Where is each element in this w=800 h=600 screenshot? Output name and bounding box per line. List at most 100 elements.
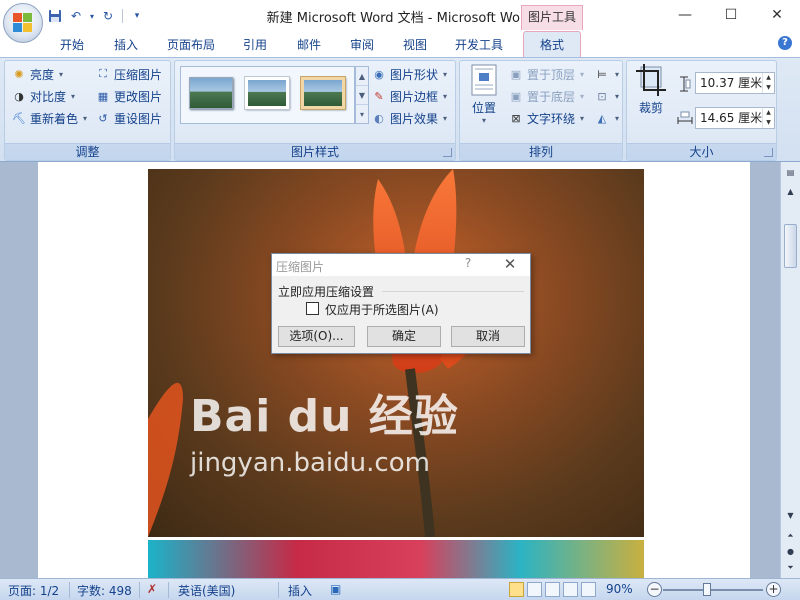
style-thumb[interactable] — [244, 76, 290, 110]
style-thumb[interactable] — [300, 76, 346, 110]
reset-picture-button[interactable]: ↺ 重设图片 — [95, 108, 162, 128]
rotate-button[interactable]: ◭ ▾ — [594, 108, 619, 128]
zoom-slider[interactable] — [663, 589, 763, 591]
crop-button[interactable]: 裁剪 — [631, 64, 671, 124]
group-adjust-label: 调整 — [5, 143, 170, 160]
size-dialog-launcher-icon[interactable] — [764, 148, 773, 157]
compress-icon: ⛶ — [99, 67, 107, 80]
group-objects-button[interactable]: ⊡ ▾ — [594, 86, 619, 106]
change-picture-button[interactable]: ▦ 更改图片 — [95, 86, 162, 106]
picture-tools-label: 图片工具 — [521, 5, 583, 30]
vertical-scrollbar[interactable]: ▤ ▲ ▼ ⏶ ● ⏷ — [780, 162, 800, 578]
web-layout-view-icon[interactable] — [545, 582, 560, 597]
position-icon — [471, 64, 497, 96]
ok-button[interactable]: 确定 — [367, 326, 441, 347]
tab-view[interactable]: 视图 — [403, 36, 427, 57]
tab-format[interactable]: 格式 — [523, 31, 581, 58]
tab-page-layout[interactable]: 页面布局 — [167, 36, 215, 57]
picture-styles-gallery[interactable] — [180, 66, 355, 124]
compress-pictures-dialog: 压缩图片 ? ✕ 立即应用压缩设置 仅应用于所选图片(A) 选项(O)... 确… — [271, 253, 531, 354]
dialog-divider — [382, 291, 524, 292]
help-icon[interactable]: ? — [778, 36, 792, 50]
cancel-button[interactable]: 取消 — [451, 326, 525, 347]
maximize-button[interactable]: ☐ — [708, 0, 754, 30]
contrast-button[interactable]: ◑ 对比度 ▾ — [11, 86, 75, 106]
dialog-close-button[interactable]: ✕ — [498, 255, 522, 275]
reset-picture-label: 重设图片 — [114, 111, 163, 126]
word-count[interactable]: 字数: 498 — [77, 582, 132, 599]
text-wrap-label: 文字环绕 — [527, 111, 576, 126]
scroll-thumb[interactable] — [784, 224, 797, 268]
position-button[interactable]: 位置 ▾ — [466, 64, 502, 126]
picture-border-button[interactable]: ✎ 图片边框 ▾ — [371, 86, 447, 106]
baidu-watermark: Bai du 经验 jingyan.baidu.com — [190, 380, 459, 478]
send-to-back-button[interactable]: ▣ 置于底层 ▾ — [508, 86, 584, 106]
compress-pictures-button[interactable]: ⛶ 压缩图片 — [95, 64, 162, 84]
tab-references[interactable]: 引用 — [243, 36, 267, 57]
width-spin-arrows[interactable]: ▲ ▼ — [762, 108, 774, 128]
ribbon-tab-bar: 开始 插入 页面布局 引用 邮件 审阅 视图 开发工具 — [0, 30, 800, 57]
gallery-down-icon[interactable]: ▼ — [356, 86, 368, 105]
picture-border-label: 图片边框 — [390, 89, 439, 104]
brightness-label: 亮度 — [30, 67, 55, 82]
zoom-out-icon[interactable]: − — [647, 582, 662, 597]
width-spinner[interactable]: 14.65 厘米 ▲ ▼ — [695, 107, 775, 129]
print-layout-view-icon[interactable] — [509, 582, 524, 597]
office-button[interactable] — [3, 3, 43, 43]
select-browse-object-icon[interactable]: ● — [783, 544, 798, 559]
zoom-level[interactable]: 90% — [606, 582, 633, 596]
close-button[interactable]: ✕ — [754, 0, 800, 30]
gallery-more-icon[interactable]: ▾ — [356, 105, 368, 124]
height-spin-arrows[interactable]: ▲ ▼ — [762, 73, 774, 93]
group-picture-styles-label: 图片样式 — [175, 143, 455, 160]
ruler-toggle-icon[interactable]: ▤ — [783, 165, 798, 180]
dialog-help-button[interactable]: ? — [458, 256, 478, 274]
tab-review[interactable]: 审阅 — [350, 36, 374, 57]
previous-page-icon[interactable]: ⏶ — [783, 528, 798, 543]
scroll-down-icon[interactable]: ▼ — [783, 508, 798, 523]
tab-mailings[interactable]: 邮件 — [297, 36, 321, 57]
picture-effects-button[interactable]: ◐ 图片效果 ▾ — [371, 108, 447, 128]
proofing-icon[interactable]: ✗ — [147, 582, 157, 596]
gallery-up-icon[interactable]: ▲ — [356, 67, 368, 86]
styles-dialog-launcher-icon[interactable] — [443, 148, 452, 157]
insert-mode-indicator[interactable]: 插入 — [288, 582, 312, 599]
align-button[interactable]: ⊨ ▾ — [594, 64, 619, 84]
tab-insert[interactable]: 插入 — [114, 36, 138, 57]
zoom-in-icon[interactable]: + — [766, 582, 781, 597]
recolor-label: 重新着色 — [30, 111, 79, 126]
group-picture-styles: ▲ ▼ ▾ ◉ 图片形状 ▾ ✎ 图片边框 ▾ ◐ 图片效果 ▾ 图片样式 — [174, 60, 456, 161]
tab-home[interactable]: 开始 — [60, 36, 84, 57]
group-size-label: 大小 — [627, 143, 776, 160]
gallery-scroll[interactable]: ▲ ▼ ▾ — [355, 66, 369, 124]
draft-view-icon[interactable] — [581, 582, 596, 597]
macro-record-icon[interactable]: ▣ — [330, 582, 341, 596]
full-screen-reading-view-icon[interactable] — [527, 582, 542, 597]
picture-shape-button[interactable]: ◉ 图片形状 ▾ — [371, 64, 447, 84]
page-count[interactable]: 页面: 1/2 — [8, 582, 59, 599]
document-page[interactable]: Bai du 经验 jingyan.baidu.com — [38, 162, 750, 578]
bring-to-front-button[interactable]: ▣ 置于顶层 ▾ — [508, 64, 584, 84]
zoom-slider-handle[interactable] — [703, 583, 711, 596]
style-thumb[interactable] — [189, 77, 233, 109]
outline-view-icon[interactable] — [563, 582, 578, 597]
reset-picture-icon: ↺ — [98, 111, 108, 125]
second-picture[interactable] — [148, 540, 644, 578]
next-page-icon[interactable]: ⏷ — [783, 560, 798, 575]
picture-effects-label: 图片效果 — [390, 111, 439, 126]
watermark-logo: Bai du 经验 — [190, 391, 459, 442]
bring-to-front-label: 置于顶层 — [527, 67, 576, 82]
language-indicator[interactable]: 英语(美国) — [178, 582, 235, 599]
height-spinner[interactable]: 10.37 厘米 ▲ ▼ — [695, 72, 775, 94]
selected-only-label[interactable]: 仅应用于所选图片(A) — [325, 301, 439, 318]
text-wrap-button[interactable]: ⊠ 文字环绕 ▾ — [508, 108, 584, 128]
options-button[interactable]: 选项(O)... — [278, 326, 355, 347]
tab-developer[interactable]: 开发工具 — [455, 36, 503, 57]
brightness-button[interactable]: ✺ 亮度 ▾ — [11, 64, 63, 84]
status-bar: 页面: 1/2 字数: 498 ✗ 英语(美国) 插入 ▣ 90% − + — [0, 578, 800, 600]
scroll-up-icon[interactable]: ▲ — [783, 184, 798, 199]
selected-only-checkbox[interactable] — [306, 302, 319, 315]
recolor-button[interactable]: ⛏ 重新着色 ▾ — [11, 108, 87, 128]
minimize-button[interactable]: — — [662, 0, 708, 30]
ribbon: ✺ 亮度 ▾ ◑ 对比度 ▾ ⛏ 重新着色 ▾ ⛶ 压缩图片 ▦ 更改图片 ↺ 重设图… — [0, 57, 800, 162]
